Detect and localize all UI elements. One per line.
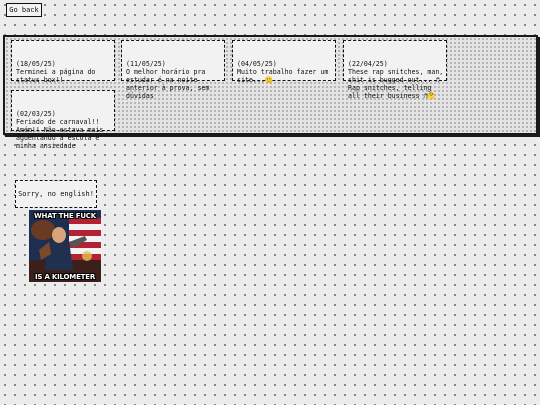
- status-post: (02/03/25) Feriado de carnaval!! Amém!! N…: [11, 90, 115, 150]
- status-box-panel: (18/05/25) Terminei a página do status bo…: [3, 35, 538, 150]
- go-back-button[interactable]: Go back: [6, 3, 42, 17]
- status-post: (22/04/25) These rap snitches, man, shit …: [343, 40, 447, 100]
- status-post: (04/05/25) Muito trabalho fazer um site..…: [232, 40, 336, 84]
- meme-bottom-caption: IS A KILOMETER: [34, 273, 96, 281]
- post-date: (11/05/25): [126, 60, 166, 68]
- status-post: (18/05/25) Terminei a página do status bo…: [11, 40, 115, 84]
- post-text: O melhor horário pra estudar é na noite …: [126, 68, 214, 100]
- meme-image: WHAT THE FUCK IS A KILOMETER: [29, 210, 101, 282]
- post-date: (22/04/25): [348, 60, 388, 68]
- sorry-no-english-note: Sorry, no english!: [15, 180, 97, 208]
- meme-top-caption: WHAT THE FUCK: [34, 212, 96, 220]
- thinking-emoji-icon: 🤔: [427, 92, 436, 100]
- smile-emoji-icon: 🙂: [264, 76, 274, 84]
- status-post: (11/05/25) O melhor horário pra estudar é…: [121, 40, 225, 100]
- post-text: Terminei a página do status box!!: [16, 68, 100, 84]
- meme-illustration: [29, 210, 101, 282]
- post-date: (04/05/25): [237, 60, 277, 68]
- post-text: Feriado de carnaval!! Amém!! Não estava …: [16, 118, 108, 150]
- post-text: Muito trabalho fazer um site...: [237, 68, 333, 84]
- post-date: (18/05/25): [16, 60, 56, 68]
- post-date: (02/03/25): [16, 110, 56, 118]
